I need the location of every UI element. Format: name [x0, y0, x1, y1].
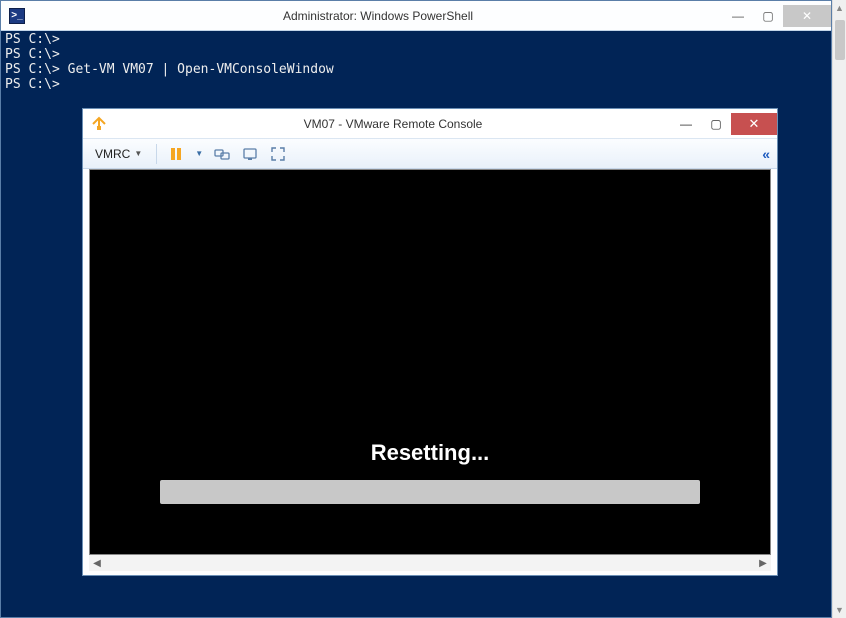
pause-icon: [168, 146, 184, 162]
vmrc-title: VM07 - VMware Remote Console: [115, 117, 671, 131]
terminal-line: PS C:\>: [5, 48, 827, 63]
vm-console-display[interactable]: Resetting...: [89, 169, 771, 555]
send-ctrl-alt-del-icon: [242, 146, 258, 162]
connect-devices-icon: [214, 146, 230, 162]
toolbar-separator: [156, 144, 157, 164]
vm-progress-bar: [160, 480, 700, 504]
vmrc-menu-button[interactable]: VMRC ▼: [89, 145, 148, 163]
dropdown-caret-icon: ▼: [134, 149, 142, 158]
minimize-button[interactable]: —: [723, 5, 753, 27]
vmrc-toolbar: VMRC ▼ ▼ «: [83, 139, 777, 169]
pause-dropdown-caret-icon[interactable]: ▼: [193, 149, 205, 158]
scroll-track[interactable]: [105, 555, 755, 571]
powershell-titlebar[interactable]: >_ Administrator: Windows PowerShell — ▢…: [1, 1, 831, 31]
terminal-line: PS C:\> Get-VM VM07 | Open-VMConsoleWind…: [5, 63, 827, 78]
scroll-up-arrow-icon[interactable]: ▲: [833, 0, 846, 16]
scroll-left-arrow-icon[interactable]: ◀: [89, 555, 105, 571]
vmrc-window: VM07 - VMware Remote Console — ▢ ✕ VMRC …: [82, 108, 778, 576]
vmrc-app-icon: [91, 116, 107, 132]
collapse-toolbar-icon[interactable]: «: [762, 146, 771, 162]
vmrc-maximize-button[interactable]: ▢: [701, 113, 731, 135]
connect-devices-button[interactable]: [211, 143, 233, 165]
vmrc-window-controls: — ▢ ✕: [671, 113, 777, 135]
scroll-down-arrow-icon[interactable]: ▼: [833, 602, 846, 618]
terminal-line: PS C:\>: [5, 33, 827, 48]
fullscreen-button[interactable]: [267, 143, 289, 165]
vmrc-horizontal-scrollbar[interactable]: ◀ ▶: [89, 555, 771, 571]
vmrc-minimize-button[interactable]: —: [671, 113, 701, 135]
powershell-window-controls: — ▢ ✕: [723, 5, 831, 27]
powershell-icon: >_: [9, 8, 25, 24]
scroll-thumb[interactable]: [835, 20, 845, 60]
pause-button[interactable]: [165, 143, 187, 165]
vmrc-close-button[interactable]: ✕: [731, 113, 777, 135]
send-ctrl-alt-del-button[interactable]: [239, 143, 261, 165]
powershell-title: Administrator: Windows PowerShell: [33, 9, 723, 23]
terminal-line: PS C:\>: [5, 78, 827, 93]
scroll-right-arrow-icon[interactable]: ▶: [755, 555, 771, 571]
close-button[interactable]: ✕: [783, 5, 831, 27]
fullscreen-icon: [270, 146, 286, 162]
maximize-button[interactable]: ▢: [753, 5, 783, 27]
vm-status-text: Resetting...: [371, 440, 490, 466]
vmrc-titlebar[interactable]: VM07 - VMware Remote Console — ▢ ✕: [83, 109, 777, 139]
vmrc-menu-label: VMRC: [95, 147, 130, 161]
powershell-vertical-scrollbar[interactable]: ▲ ▼: [832, 0, 846, 618]
